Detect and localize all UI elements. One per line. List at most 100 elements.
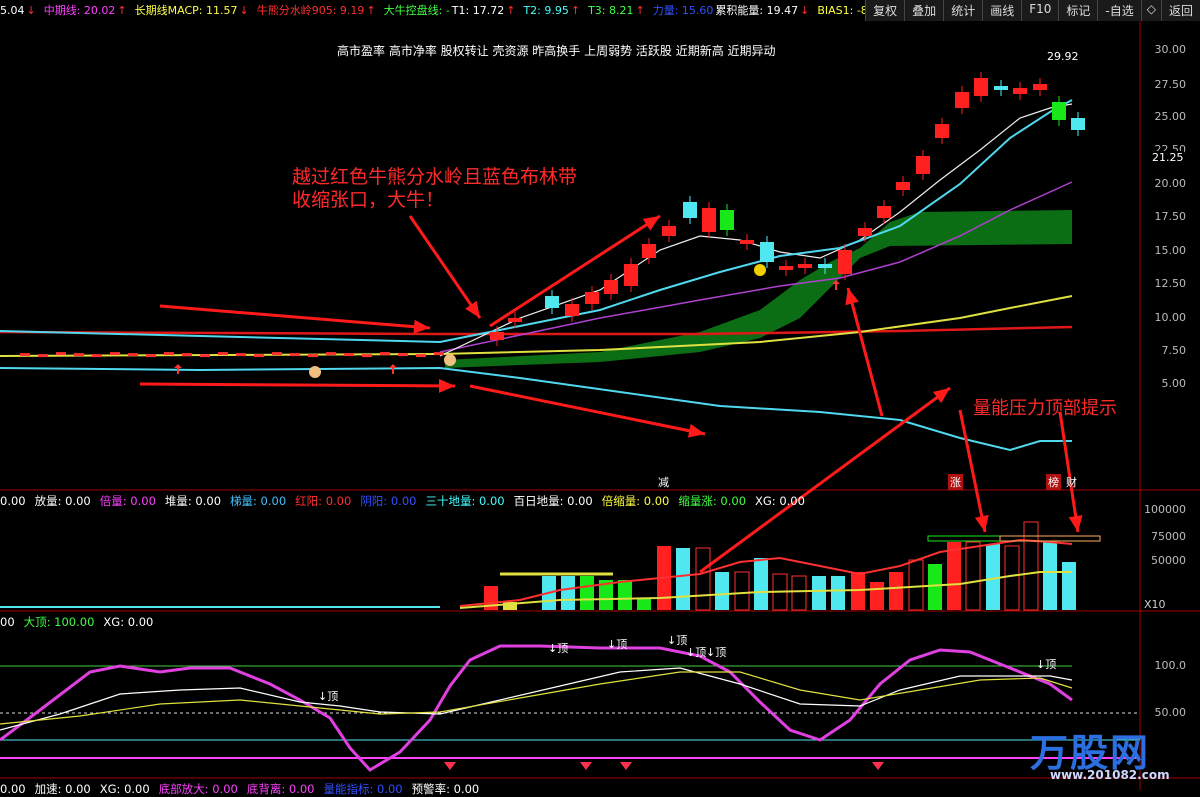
volume-bar	[676, 548, 690, 610]
candle	[74, 353, 84, 357]
arrow-head	[932, 388, 950, 404]
diamond-icon	[872, 762, 884, 770]
volume-indicator-labels: 0.00 放量: 0.00 倍量: 0.00 堆量: 0.00 梯量: 0.00 红阳: …	[0, 493, 814, 509]
annotation-line-2: 收缩张口，大牛！	[292, 189, 445, 211]
candle	[974, 78, 988, 96]
volume-bar	[889, 572, 903, 610]
volume-bar	[637, 598, 651, 610]
volume-indicator: 放量: 0.00	[34, 494, 91, 508]
smiley-icon	[754, 264, 766, 276]
diamond-icon	[444, 762, 456, 770]
oscillator-indicator: 00	[0, 615, 15, 629]
bottom-indicator: 加速: 0.00	[34, 782, 91, 796]
bottom-indicator: 底背离: 0.00	[246, 782, 315, 796]
candle	[164, 352, 174, 356]
bottom-indicator: 量能指标: 0.00	[323, 782, 403, 796]
bottom-indicator: 预警率: 0.00	[411, 782, 480, 796]
volume-bar	[908, 559, 924, 611]
bottom-indicator-labels: 0.00 加速: 0.00 XG: 0.00 底部放大: 0.00 底背离: 0.00 量…	[0, 781, 488, 797]
marker-cai: 财	[1066, 476, 1077, 489]
candle	[779, 266, 793, 270]
volume-indicator: 红阳: 0.00	[295, 494, 352, 508]
annotation-arrow	[846, 287, 884, 417]
price-tick-label: 27.50	[1154, 78, 1187, 91]
arrow-head	[974, 514, 989, 532]
arrow-head	[465, 300, 480, 318]
volume-indicator: 倍量: 0.00	[99, 494, 156, 508]
candle	[916, 156, 930, 174]
volume-tick-label: 75000	[1151, 530, 1186, 543]
price-current-label: 21.25	[1152, 151, 1184, 164]
oscillator-indicator: XG: 0.00	[103, 615, 154, 629]
marker-bang: 榜	[1046, 474, 1061, 490]
oscillator-indicator: 大顶: 100.00	[23, 615, 95, 629]
price-tick-label: 12.50	[1154, 277, 1187, 290]
price-tick-label: 5.00	[1161, 377, 1187, 390]
volume-bar	[1062, 562, 1076, 610]
price-tick-label: 7.50	[1161, 344, 1187, 357]
annotation-arrow	[1058, 411, 1080, 533]
candle	[218, 352, 228, 356]
candle	[624, 264, 638, 286]
annotation-line-1: 越过红色牛熊分水岭且蓝色布林带	[292, 166, 578, 188]
price-tick-label: 20.00	[1154, 177, 1187, 190]
volume-tick-label: 100000	[1144, 503, 1186, 516]
top-tag: ↓顶	[686, 646, 706, 659]
stock-chart-canvas[interactable]: ↓顶 ↓顶 ↓顶↓顶 ↓顶↓顶↓顶	[0, 0, 1200, 790]
volume-indicator: XG: 0.00	[755, 494, 805, 508]
volume-unit: X10	[1144, 598, 1166, 611]
top-tag: ↓顶	[706, 646, 726, 659]
bottom-indicator: 0.00	[0, 782, 26, 796]
candle	[434, 352, 444, 356]
candle	[877, 206, 891, 218]
volume-bar	[870, 582, 884, 610]
marker-zhang: 涨	[948, 474, 963, 490]
candle	[110, 352, 120, 356]
candle	[994, 86, 1008, 90]
candle	[416, 354, 426, 358]
volume-indicator: 阴阳: 0.00	[360, 494, 417, 508]
candle	[128, 353, 138, 357]
candle	[1052, 102, 1066, 120]
diamond-icon	[620, 762, 632, 770]
volume-tick-label: 50000	[1151, 554, 1186, 567]
price-high-label: 29.92	[1047, 50, 1079, 63]
candle	[858, 228, 872, 236]
volume-bar	[947, 542, 961, 610]
candle	[683, 202, 697, 218]
volume-bar	[928, 564, 942, 610]
candle	[798, 264, 812, 268]
annotation-arrow	[958, 409, 987, 533]
volume-bar	[1004, 545, 1020, 611]
bull-bear-line	[0, 325, 1073, 336]
bollinger-lower	[0, 366, 1072, 452]
annotation-bull-signal: 越过红色牛熊分水岭且蓝色布林带 收缩张口，大牛！	[292, 166, 577, 212]
osc-yellow-line	[0, 671, 1073, 725]
volume-indicator: 倍缩量: 0.00	[601, 494, 670, 508]
candle	[838, 250, 852, 274]
volume-bar	[831, 576, 845, 610]
volume-indicator: 百日地量: 0.00	[513, 494, 593, 508]
volume-bar	[734, 571, 750, 611]
volume-bar	[1023, 521, 1039, 611]
candle	[760, 242, 774, 262]
candle	[92, 354, 102, 358]
price-tick-label: 17.50	[1154, 210, 1187, 223]
marker-jian: 减	[658, 476, 669, 489]
candle	[585, 292, 599, 304]
arrow-head	[1068, 515, 1083, 532]
candle	[1033, 84, 1047, 90]
volume-bar	[965, 541, 981, 611]
volume-bar	[561, 576, 575, 610]
candle	[896, 182, 910, 190]
candle	[1013, 88, 1027, 94]
candle	[344, 353, 354, 357]
annotation-arrow	[159, 304, 431, 330]
arrow-head	[438, 378, 455, 393]
candle	[662, 226, 676, 236]
volume-indicator: 梯量: 0.00	[230, 494, 287, 508]
brand-url: www.201082.com	[1050, 768, 1170, 782]
candle	[398, 353, 408, 357]
top-tag: ↓顶	[548, 642, 568, 655]
top-tag: ↓顶	[607, 638, 627, 651]
